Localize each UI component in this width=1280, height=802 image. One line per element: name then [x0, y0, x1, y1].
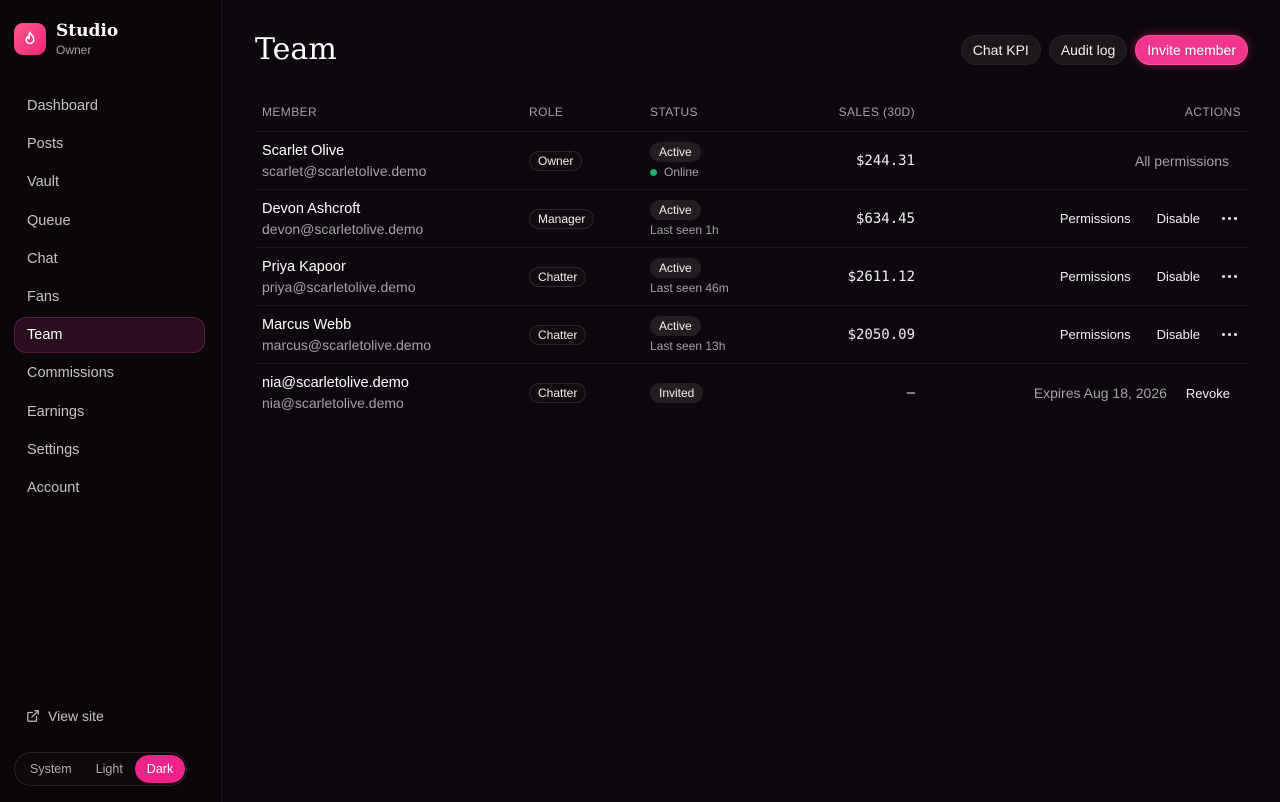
- member-email: marcus@scarletolive.demo: [262, 336, 432, 353]
- permissions-button[interactable]: Permissions: [1060, 211, 1131, 226]
- theme-switch: System Light Dark: [14, 752, 187, 786]
- member-email: scarlet@scarletolive.demo: [262, 162, 427, 179]
- all-permissions-label: All permissions: [1134, 152, 1229, 169]
- more-horizontal-icon[interactable]: [1222, 333, 1237, 336]
- sales-value: $2050.09: [847, 326, 915, 343]
- role-badge: Chatter: [529, 383, 587, 403]
- more-horizontal-icon[interactable]: [1222, 217, 1237, 220]
- sidebar-item-commissions[interactable]: Commissions: [14, 355, 205, 391]
- revoke-button[interactable]: Revoke: [1186, 386, 1230, 401]
- brand-role: Owner: [56, 43, 92, 57]
- sales-value: $244.31: [855, 152, 915, 169]
- status-badge: Active: [650, 200, 701, 220]
- brand-name: Studio: [56, 21, 119, 41]
- view-site-link[interactable]: View site: [26, 708, 104, 724]
- sidebar-item-settings[interactable]: Settings: [14, 432, 205, 468]
- sales-value: –: [906, 385, 915, 401]
- sidebar-item-queue[interactable]: Queue: [14, 203, 205, 239]
- sidebar-item-team[interactable]: Team: [14, 317, 205, 354]
- online-dot-icon: [650, 168, 657, 176]
- view-site-label: View site: [48, 708, 104, 724]
- header-sales: SALES (30D): [838, 104, 915, 119]
- main-content: Team Chat KPI Audit log Invite member ME…: [222, 0, 1280, 802]
- sales-value: $634.45: [855, 210, 915, 227]
- disable-button[interactable]: Disable: [1157, 211, 1200, 226]
- sidebar: Studio Owner Dashboard Posts Vault Queue…: [0, 0, 222, 802]
- member-name: Marcus Webb: [262, 316, 352, 333]
- member-email: priya@scarletolive.demo: [262, 278, 416, 295]
- table-row: Scarlet Olive scarlet@scarletolive.demo …: [255, 132, 1248, 190]
- external-link-icon: [27, 710, 39, 722]
- sidebar-item-earnings[interactable]: Earnings: [14, 394, 205, 430]
- header-status: STATUS: [650, 104, 698, 119]
- theme-option-system[interactable]: System: [18, 755, 84, 783]
- more-horizontal-icon[interactable]: [1222, 275, 1237, 278]
- member-email: devon@scarletolive.demo: [262, 220, 424, 237]
- flame-icon: [14, 23, 46, 55]
- theme-option-dark[interactable]: Dark: [134, 755, 186, 783]
- member-name: Devon Ashcroft: [262, 200, 361, 217]
- audit-log-button[interactable]: Audit log: [1048, 35, 1128, 65]
- sidebar-item-fans[interactable]: Fans: [14, 279, 205, 315]
- status-detail: Last seen 46m: [650, 281, 729, 295]
- status-badge: Active: [650, 258, 701, 278]
- app: Studio Owner Dashboard Posts Vault Queue…: [0, 0, 1280, 802]
- member-email: nia@scarletolive.demo: [262, 395, 404, 411]
- disable-button[interactable]: Disable: [1157, 269, 1200, 284]
- role-badge: Chatter: [529, 324, 587, 345]
- sidebar-item-dashboard[interactable]: Dashboard: [14, 88, 205, 124]
- header-role: ROLE: [529, 104, 564, 119]
- permissions-button[interactable]: Permissions: [1060, 327, 1131, 342]
- invite-expiry: Expires Aug 18, 2026: [1033, 385, 1167, 401]
- status-detail: Last seen 1h: [650, 223, 719, 237]
- status-badge: Invited: [650, 383, 704, 403]
- role-badge: Owner: [529, 150, 583, 171]
- sidebar-item-chat[interactable]: Chat: [14, 241, 205, 277]
- table-row: nia@scarletolive.demo nia@scarletolive.d…: [255, 364, 1248, 422]
- sidebar-item-posts[interactable]: Posts: [14, 126, 205, 162]
- chat-kpi-button[interactable]: Chat KPI: [960, 35, 1041, 65]
- status-detail: Online: [664, 165, 699, 179]
- table-row: Devon Ashcroft devon@scarletolive.demo M…: [255, 190, 1248, 248]
- sidebar-nav: Dashboard Posts Vault Queue Chat Fans Te…: [14, 88, 205, 508]
- sidebar-item-vault[interactable]: Vault: [14, 164, 205, 200]
- member-name: Scarlet Olive: [262, 142, 345, 159]
- theme-option-light[interactable]: Light: [84, 755, 135, 783]
- header-member: MEMBER: [262, 104, 318, 119]
- member-name: nia@scarletolive.demo: [262, 375, 409, 391]
- table-header: MEMBER ROLE STATUS SALES (30D) ACTIONS: [255, 92, 1248, 132]
- brand[interactable]: Studio Owner: [14, 21, 118, 57]
- status-detail: Last seen 13h: [650, 339, 726, 353]
- status-badge: Active: [650, 142, 701, 162]
- invite-member-button[interactable]: Invite member: [1135, 35, 1248, 65]
- role-badge: Manager: [529, 208, 595, 229]
- status-badge: Active: [650, 316, 701, 336]
- table-row: Marcus Webb marcus@scarletolive.demo Cha…: [255, 306, 1248, 364]
- page-title: Team: [255, 32, 337, 67]
- sidebar-item-account[interactable]: Account: [14, 470, 205, 506]
- member-name: Priya Kapoor: [262, 258, 346, 275]
- page-actions: Chat KPI Audit log Invite member: [960, 35, 1248, 65]
- disable-button[interactable]: Disable: [1157, 327, 1200, 342]
- header-actions: ACTIONS: [1184, 104, 1241, 119]
- permissions-button[interactable]: Permissions: [1060, 269, 1131, 284]
- sales-value: $2611.12: [847, 268, 915, 285]
- team-table: MEMBER ROLE STATUS SALES (30D) ACTIONS S…: [255, 92, 1248, 422]
- role-badge: Chatter: [529, 266, 587, 287]
- table-row: Priya Kapoor priya@scarletolive.demo Cha…: [255, 248, 1248, 306]
